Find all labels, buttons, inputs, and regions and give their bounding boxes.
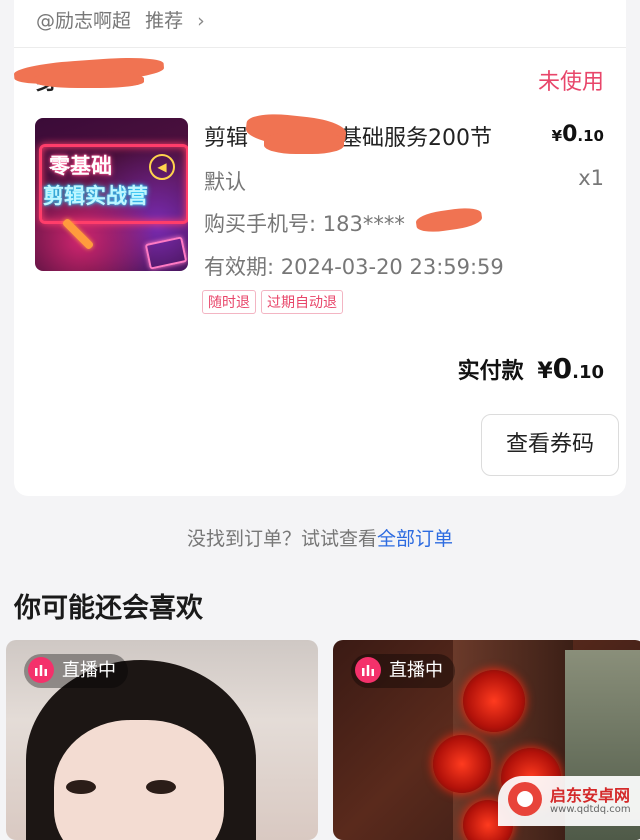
thumbnail-text-line1: 零基础 (49, 154, 112, 178)
order-status: 未使用 (537, 70, 604, 95)
live-card[interactable]: 直播中 (6, 640, 318, 840)
section-title: 你可能还会喜欢 (14, 593, 203, 624)
paid-amount: 实付款 ¥0.10 (458, 352, 604, 385)
live-badge-label: 直播中 (389, 660, 443, 681)
thumbnail-text-line2: 剪辑实战营 (43, 184, 148, 208)
redaction-scribble (34, 72, 144, 88)
paid-label: 实付款 (457, 359, 524, 384)
price-symbol: ¥ (551, 127, 563, 145)
live-bars-icon (355, 656, 381, 683)
unit-price: ¥0.10 (552, 122, 604, 147)
product-quantity: x1 (578, 166, 604, 190)
paid-symbol: ¥ (537, 359, 553, 384)
tv-icon (144, 236, 188, 270)
redaction-scribble (414, 205, 484, 235)
tag-auto-refund-expired: 过期自动退 (261, 290, 343, 314)
order-card: @励志啊超 推荐 › 身 › 未使用 零基础 剪辑实战营 ◀ 剪辑基础服务200… (13, 0, 626, 496)
order-not-found-hint: 没找到订单？试试查看全部订单 (0, 524, 640, 551)
watermark-name: 启东安卓网 (550, 786, 631, 805)
price-int: 0 (562, 122, 578, 147)
validity-period: 有效期: 2024-03-20 23:59:59 (204, 255, 504, 279)
watermark-logo-icon (508, 782, 542, 816)
view-code-button[interactable]: 查看券码 (481, 414, 619, 476)
play-icon: ◀ (149, 154, 175, 180)
live-badge: 直播中 (24, 654, 128, 688)
recommender-row[interactable]: @励志啊超 推荐 › (36, 6, 205, 33)
purchase-phone: 购买手机号: 183**** (204, 212, 405, 236)
redaction-scribble (264, 132, 344, 154)
portrait-eye (66, 780, 96, 794)
portrait-eye (146, 780, 176, 794)
tag-refund-anytime: 随时退 (202, 290, 256, 314)
recommend-label: 推荐 (145, 10, 184, 32)
live-bars-icon (28, 656, 54, 683)
product-thumbnail[interactable]: 零基础 剪辑实战营 ◀ (35, 118, 188, 271)
refund-tags: 随时退 过期自动退 (202, 290, 348, 314)
chevron-right-icon: › (197, 10, 205, 32)
recommender-name: @励志啊超 (36, 10, 132, 32)
price-dec: .10 (577, 127, 604, 145)
red-disc (463, 670, 525, 732)
product-title-end: 基础服务200节 (340, 126, 493, 151)
product-title-start: 剪辑 (204, 126, 249, 151)
live-badge-label: 直播中 (62, 660, 116, 681)
all-orders-link[interactable]: 全部订单 (377, 528, 453, 550)
product-variant: 默认 (204, 170, 246, 194)
paid-int: 0 (552, 352, 573, 385)
red-disc (433, 735, 491, 793)
divider (14, 47, 626, 48)
site-watermark: 启东安卓网 www.qdtdq.com (498, 776, 640, 826)
hint-text: 没找到订单？试试查看 (186, 528, 377, 550)
live-badge: 直播中 (351, 654, 455, 688)
paid-dec: .10 (572, 362, 604, 383)
watermark-url: www.qdtdq.com (550, 804, 631, 815)
